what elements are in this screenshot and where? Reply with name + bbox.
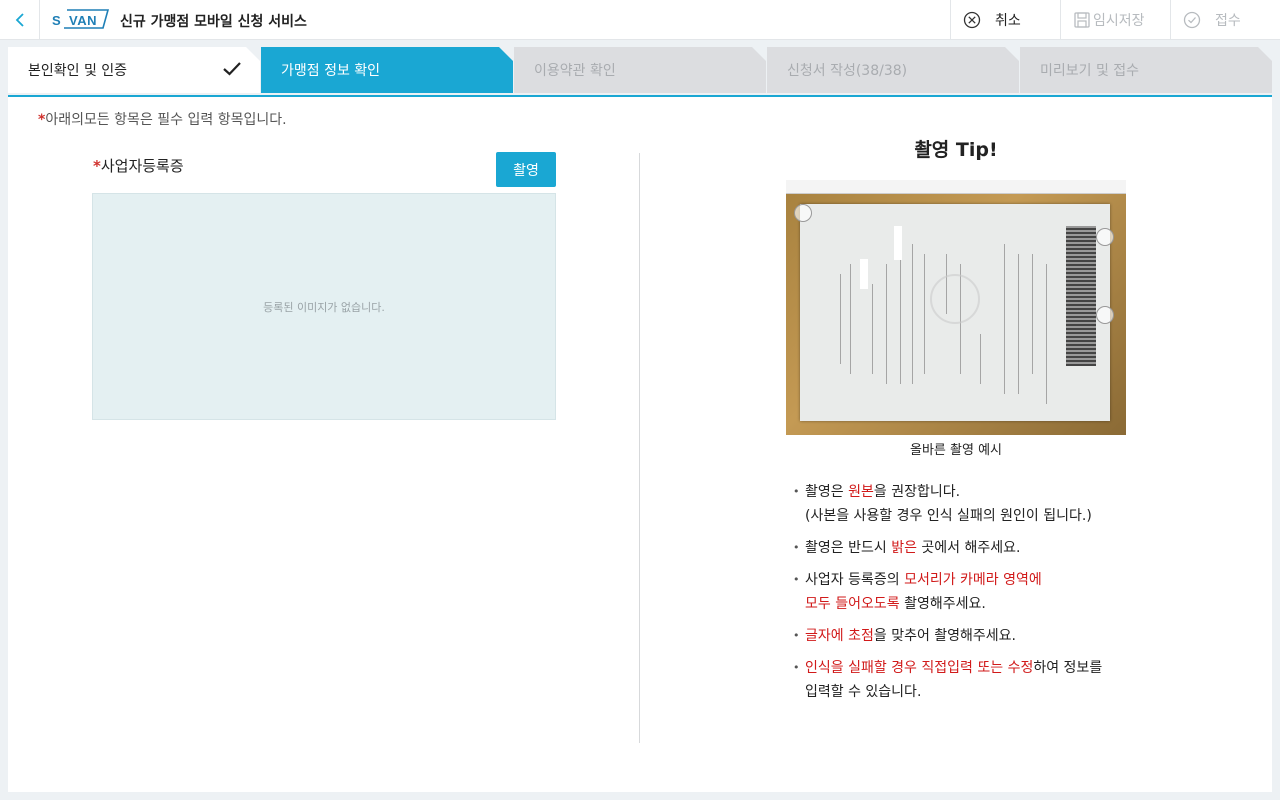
required-note-text: 아래의모든 항목은 필수 입력 항목입니다. <box>45 112 287 128</box>
example-gallery-icon <box>1096 228 1114 246</box>
temp-save-button[interactable]: 임시저장 <box>1060 0 1170 40</box>
step-label: 신청서 작성(38/38) <box>787 63 908 79</box>
tip-highlight: 인식을 실패할 경우 직접입력 또는 수정 <box>805 660 1034 676</box>
step-identity-verification[interactable]: 본인확인 및 인증 <box>8 47 260 93</box>
tip-list: 촬영은 원본을 권장합니다. (사본을 사용할 경우 인식 실패의 원인이 됩니… <box>793 480 1163 712</box>
required-star: * <box>93 157 101 175</box>
svan-logo: S VAN <box>52 7 110 33</box>
text-line <box>980 334 981 384</box>
tip-text: 하여 정보를 <box>1033 660 1103 676</box>
text-line <box>886 264 887 384</box>
redaction-mark <box>860 259 868 289</box>
text-line <box>1046 264 1047 404</box>
example-document <box>800 204 1110 421</box>
step-label: 본인확인 및 인증 <box>28 63 128 79</box>
step-label: 가맹점 정보 확인 <box>281 63 381 79</box>
text-line <box>1032 254 1033 374</box>
text-line <box>1018 254 1019 394</box>
check-circle-icon <box>1183 11 1201 29</box>
tip-text: 입력할 수 있습니다. <box>805 684 922 700</box>
tip-item: 사업자 등록증의 모서리가 카메라 영역에 모두 들어오도록 촬영해주세요. <box>793 568 1163 616</box>
tip-highlight: 모서리가 카메라 영역에 <box>904 572 1042 588</box>
tip-item: 촬영은 원본을 권장합니다. (사본을 사용할 경우 인식 실패의 원인이 됩니… <box>793 480 1163 528</box>
step-label: 이용약관 확인 <box>534 63 616 79</box>
logo-van: VAN <box>69 13 97 28</box>
capture-button[interactable]: 촬영 <box>496 152 556 187</box>
save-icon <box>1074 12 1090 28</box>
step-tabs: 본인확인 및 인증 가맹점 정보 확인 이용약관 확인 신청서 작성(38/38… <box>8 47 1272 93</box>
app-title: 신규 가맹점 모바일 신청 서비스 <box>120 14 307 30</box>
redaction-mark <box>894 226 902 260</box>
tip-text: 을 권장합니다. <box>873 484 961 500</box>
column-divider <box>639 153 640 743</box>
doc-label-text: 사업자등록증 <box>100 157 184 175</box>
tip-highlight: 글자에 초점 <box>805 628 874 644</box>
text-line <box>900 244 901 384</box>
logo-s: S <box>52 13 61 28</box>
tip-title: 촬영 Tip! <box>914 139 998 161</box>
empty-image-text: 등록된 이미지가 없습니다. <box>263 300 385 314</box>
temp-save-label: 임시저장 <box>1093 13 1145 29</box>
step-preview-submit[interactable]: 미리보기 및 접수 <box>1020 47 1272 93</box>
example-topbar <box>786 180 1126 194</box>
tip-highlight: 밝은 <box>891 540 917 556</box>
checkmark-icon <box>222 61 242 77</box>
cancel-label: 취소 <box>995 13 1021 29</box>
example-photo <box>786 180 1126 435</box>
image-preview-area[interactable]: 등록된 이미지가 없습니다. <box>92 193 556 420</box>
cancel-button[interactable]: 취소 <box>950 0 1060 40</box>
step-terms[interactable]: 이용약관 확인 <box>514 47 766 93</box>
step-label: 미리보기 및 접수 <box>1040 63 1140 79</box>
step-merchant-info[interactable]: 가맹점 정보 확인 <box>261 47 513 93</box>
tip-item: 인식을 실패할 경우 직접입력 또는 수정하여 정보를 입력할 수 있습니다. <box>793 656 1163 704</box>
tip-highlight: 원본 <box>848 484 874 500</box>
text-line <box>1004 244 1005 394</box>
main-content: *아래의모든 항목은 필수 입력 항목입니다. *사업자등록증 촬영 등록된 이… <box>8 95 1272 792</box>
tip-text: 촬영은 <box>805 484 849 500</box>
example-mic-icon <box>794 204 812 222</box>
tip-text: 촬영은 반드시 <box>805 540 892 556</box>
submit-button[interactable]: 접수 <box>1170 0 1280 40</box>
tip-text: 사업자 등록증의 <box>805 572 905 588</box>
tip-text: (사본을 사용할 경우 인식 실패의 원인이 됩니다.) <box>805 508 1092 524</box>
step-application-form[interactable]: 신청서 작성(38/38) <box>767 47 1019 93</box>
text-line <box>924 254 925 374</box>
submit-label: 접수 <box>1215 13 1241 29</box>
required-note: *아래의모든 항목은 필수 입력 항목입니다. <box>38 109 287 129</box>
tip-item: 글자에 초점을 맞추어 촬영해주세요. <box>793 624 1163 648</box>
text-line <box>850 264 851 374</box>
business-registration-label: *사업자등록증 <box>93 155 184 176</box>
back-button[interactable] <box>0 0 40 40</box>
tip-highlight: 모두 들어오도록 <box>805 596 900 612</box>
tip-text: 촬영해주세요. <box>899 596 986 612</box>
app-header: S VAN 신규 가맹점 모바일 신청 서비스 취소 임시저장 접수 <box>0 0 1280 40</box>
tip-text: 을 맞추어 촬영해주세요. <box>873 628 1017 644</box>
tip-item: 촬영은 반드시 밝은 곳에서 해주세요. <box>793 536 1163 560</box>
example-caption: 올바른 촬영 예시 <box>910 443 1002 458</box>
example-stamp <box>930 274 980 324</box>
text-line <box>872 284 873 374</box>
example-camera-icon <box>1096 306 1114 324</box>
chevron-left-icon <box>15 13 24 27</box>
example-frame <box>786 194 1126 435</box>
text-line <box>912 244 913 384</box>
text-line <box>840 274 841 364</box>
example-barcode <box>1066 226 1096 366</box>
close-circle-icon <box>963 11 981 29</box>
tip-text: 곳에서 해주세요. <box>916 540 1021 556</box>
